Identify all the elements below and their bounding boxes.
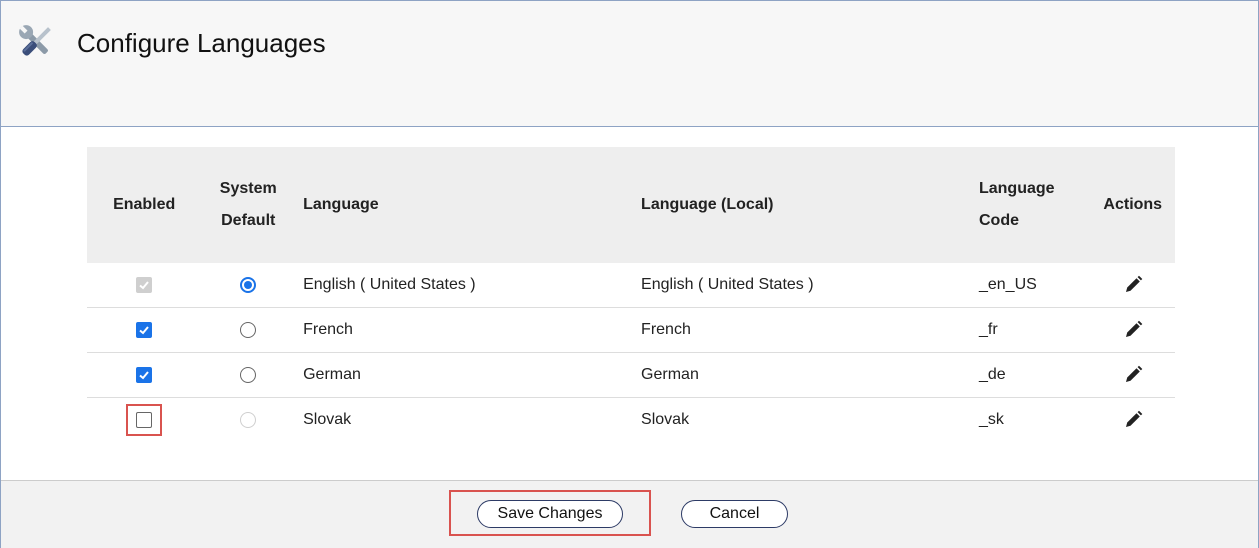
footer-bar: Save Changes Cancel — [1, 480, 1258, 548]
system-default-radio — [240, 411, 257, 428]
language-local-cell: Slovak — [641, 411, 690, 428]
actions-cell — [1090, 352, 1175, 398]
language-code-cell: _de — [970, 352, 1091, 398]
column-header-enabled: Enabled — [87, 147, 202, 263]
languages-content: Enabled System Default Language Language… — [1, 127, 1258, 479]
table-row: Slovak Slovak _sk — [87, 398, 1175, 443]
system-default-cell — [201, 352, 296, 398]
edit-pencil-icon[interactable] — [1123, 275, 1143, 295]
table-row: English ( United States ) English ( Unit… — [87, 263, 1175, 308]
configure-languages-panel: Configure Languages Enabled System Defau… — [0, 0, 1259, 548]
language-cell: English ( United States ) — [295, 263, 634, 308]
enabled-checkbox — [136, 276, 153, 293]
cancel-button[interactable]: Cancel — [681, 500, 788, 528]
page-title: Configure Languages — [77, 28, 326, 58]
language-code-cell: _en_US — [970, 263, 1091, 308]
actions-cell — [1090, 263, 1175, 308]
table-header-row: Enabled System Default Language Language… — [87, 147, 1175, 263]
enabled-checkbox[interactable] — [136, 412, 153, 428]
languages-table: Enabled System Default Language Language… — [87, 147, 1175, 442]
enabled-checkbox[interactable] — [136, 366, 153, 383]
column-header-language-local: Language (Local) — [633, 147, 971, 263]
save-changes-button[interactable]: Save Changes — [477, 500, 623, 528]
column-header-actions: Actions — [1090, 147, 1175, 263]
enabled-checkbox[interactable] — [136, 321, 153, 338]
enabled-cell — [87, 352, 202, 398]
language-cell: French — [295, 307, 634, 353]
system-default-radio[interactable] — [240, 276, 257, 293]
tools-icon — [19, 25, 51, 56]
language-cell: German — [295, 352, 634, 398]
edit-pencil-icon[interactable] — [1123, 410, 1143, 430]
system-default-cell — [201, 307, 296, 353]
check-icon — [139, 371, 149, 380]
actions-cell — [1090, 307, 1175, 353]
language-code-cell: _fr — [970, 307, 1091, 353]
table-row: German German _de — [87, 352, 1175, 398]
page-header: Configure Languages — [1, 1, 1258, 127]
enabled-cell — [87, 398, 201, 443]
column-header-language-code: Language Code — [970, 147, 1091, 263]
system-default-radio[interactable] — [240, 321, 257, 338]
language-local-cell: English ( United States ) — [633, 263, 971, 308]
edit-pencil-icon[interactable] — [1123, 320, 1143, 340]
enabled-cell — [87, 307, 202, 353]
language-local-cell: German — [633, 352, 971, 398]
enabled-cell — [87, 263, 202, 308]
table-row: French French _fr — [87, 307, 1175, 353]
column-header-language: Language — [295, 147, 634, 263]
system-default-cell — [201, 263, 296, 308]
system-default-cell — [201, 398, 295, 443]
actions-cell — [1090, 398, 1175, 443]
system-default-radio[interactable] — [240, 366, 257, 383]
highlight-box — [126, 404, 163, 436]
check-icon — [139, 326, 149, 335]
language-code-cell: _sk — [978, 411, 1004, 428]
edit-pencil-icon[interactable] — [1123, 365, 1143, 385]
language-local-cell: French — [633, 307, 971, 353]
check-icon — [139, 281, 149, 290]
language-cell: Slovak — [303, 411, 352, 428]
column-header-system-default: System Default — [201, 147, 296, 263]
